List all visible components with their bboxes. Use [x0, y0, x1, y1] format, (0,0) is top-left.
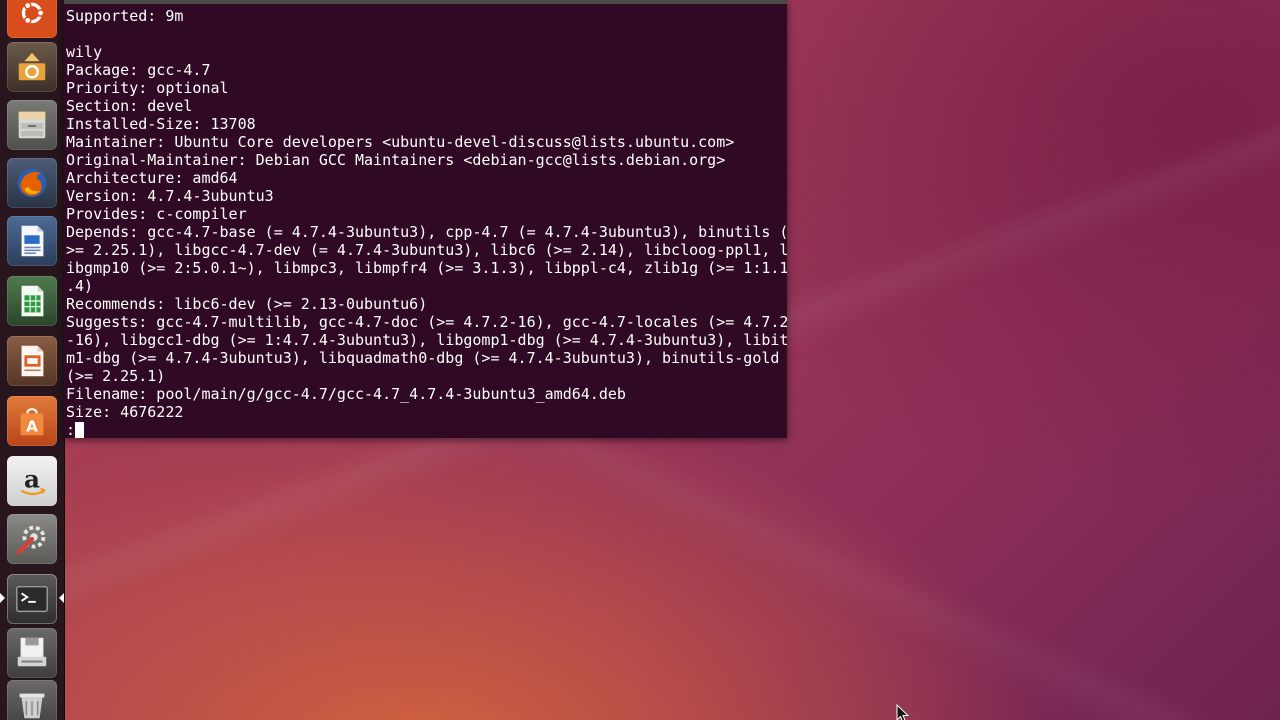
terminal-line: Depends: gcc-4.7-base (= 4.7.4-3ubuntu3)… [66, 223, 787, 241]
launcher-item-dash-home[interactable] [7, 0, 57, 38]
terminal-line: Original-Maintainer: Debian GCC Maintain… [66, 151, 726, 169]
svg-text:A: A [26, 417, 38, 435]
terminal-line: (>= 2.25.1) [66, 367, 166, 385]
terminal-line: Architecture: amd64 [66, 169, 238, 187]
unity-launcher: A a [0, 0, 65, 720]
software-updater-icon [18, 52, 46, 81]
impress-presentation-icon [21, 345, 44, 377]
launcher-item-ubuntu-software-center[interactable]: A [7, 396, 57, 446]
mouse-pointer-icon [896, 704, 910, 720]
terminal-line: Size: 4676222 [66, 403, 184, 421]
terminal-line: m1-dbg (>= 4.7.4-3ubuntu3), libquadmath0… [66, 349, 780, 367]
firefox-icon [17, 168, 47, 198]
terminal-line: Maintainer: Ubuntu Core developers <ubun… [66, 133, 735, 151]
launcher-item-firefox[interactable] [7, 158, 57, 208]
floppy-drive-icon [17, 637, 47, 667]
launcher-item-trash[interactable] [7, 680, 57, 720]
terminal-titlebar-edge [64, 0, 787, 4]
launcher-item-libreoffice-impress[interactable] [7, 336, 57, 386]
terminal-prompt[interactable]: : [66, 421, 75, 438]
active-app-indicator-left [0, 593, 5, 603]
terminal-line: Filename: pool/main/g/gcc-4.7/gcc-4.7_4.… [66, 385, 626, 403]
terminal-line: Supported: 9m [66, 7, 184, 25]
terminal-line: Package: gcc-4.7 [66, 61, 211, 79]
terminal-line: wily [66, 43, 103, 61]
writer-document-icon [21, 225, 44, 257]
terminal-output: Supported: 9m wily Package: gcc-4.7 Prio… [66, 7, 787, 438]
launcher-item-system-settings[interactable] [7, 514, 57, 564]
terminal-line: -16), libgcc1-dbg (>= 1:4.7.4-3ubuntu3),… [66, 331, 787, 349]
terminal-line: Version: 4.7.4-3ubuntu3 [66, 187, 274, 205]
terminal-window[interactable]: Supported: 9m wily Package: gcc-4.7 Prio… [64, 0, 787, 438]
terminal-line: >= 2.25.1), libgcc-4.7-dev (= 4.7.4-3ubu… [66, 241, 787, 259]
active-app-indicator-right [59, 593, 64, 603]
terminal-icon [16, 585, 48, 613]
launcher-item-libreoffice-calc[interactable] [7, 276, 57, 326]
launcher-item-disk-drive[interactable] [7, 628, 57, 678]
calc-spreadsheet-icon [21, 285, 44, 317]
terminal-line: Priority: optional [66, 79, 229, 97]
ubuntu-logo-icon [21, 1, 45, 25]
terminal-line: ibgmp10 (>= 2:5.0.1~), libmpc3, libmpfr4… [66, 259, 787, 277]
terminal-line: Installed-Size: 13708 [66, 115, 256, 133]
amazon-icon: a [20, 465, 46, 496]
launcher-item-system-updater[interactable] [7, 42, 57, 92]
svg-text:a: a [24, 465, 40, 494]
launcher-item-libreoffice-writer[interactable] [7, 216, 57, 266]
file-cabinet-icon [18, 111, 46, 139]
terminal-line: .4) [66, 277, 94, 295]
terminal-line: Section: devel [66, 97, 193, 115]
trash-icon [19, 693, 45, 719]
launcher-item-files[interactable] [7, 100, 57, 150]
terminal-line: Suggests: gcc-4.7-multilib, gcc-4.7-doc … [66, 313, 787, 331]
launcher-item-terminal[interactable] [7, 574, 57, 624]
launcher-item-amazon[interactable]: a [7, 456, 57, 506]
text-cursor [75, 422, 85, 438]
terminal-line: Provides: c-compiler [66, 205, 247, 223]
wrench-gear-icon [16, 525, 46, 555]
shopping-bag-icon: A [20, 408, 44, 435]
terminal-line: Recommends: libc6-dev (>= 2.13-0ubuntu6) [66, 295, 428, 313]
